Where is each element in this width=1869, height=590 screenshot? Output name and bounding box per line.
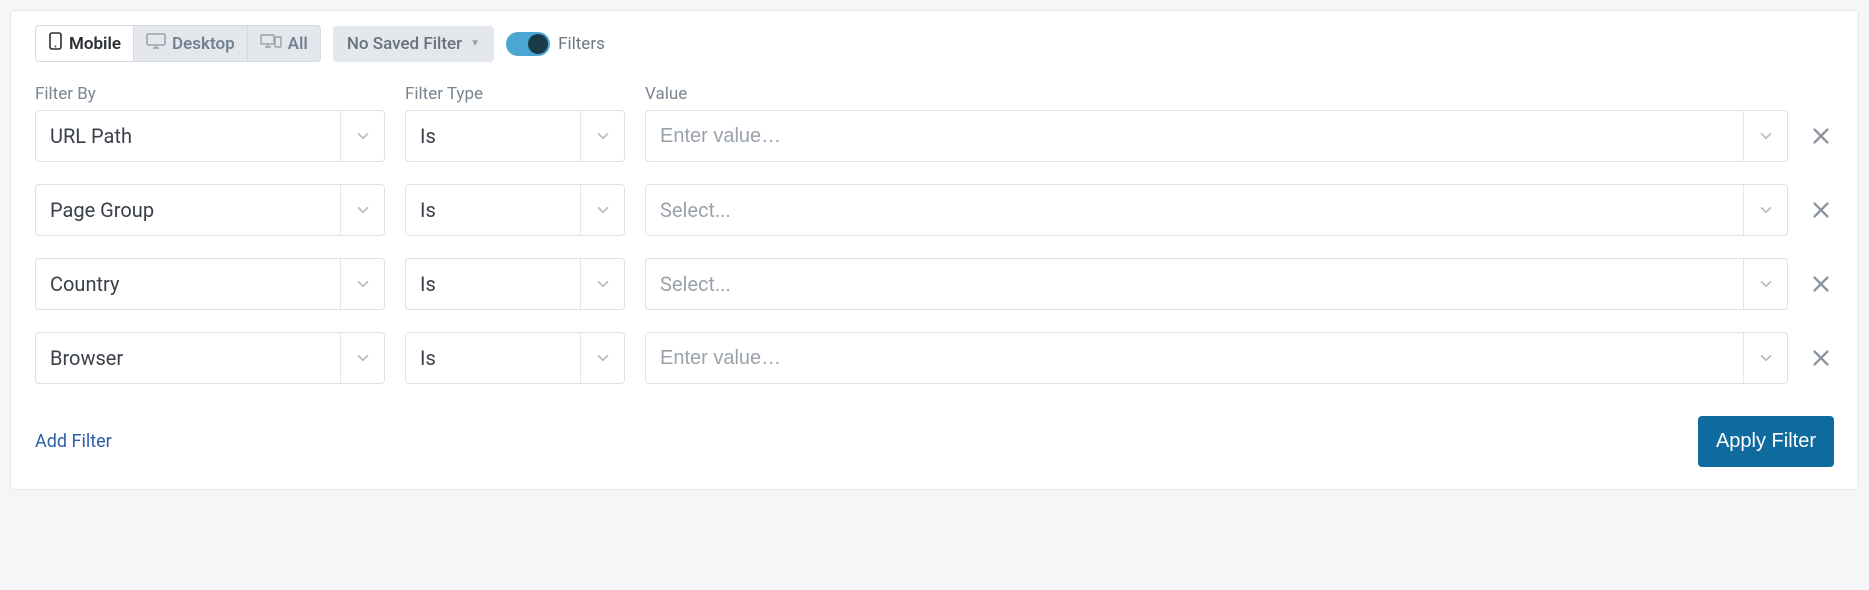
mobile-icon xyxy=(48,32,63,55)
top-bar: Mobile Desktop All No Saved Filter xyxy=(35,25,1834,62)
chevron-down-icon xyxy=(580,333,624,383)
filter-type-select[interactable]: Is xyxy=(405,258,625,310)
chevron-down-icon xyxy=(1743,185,1787,235)
chevron-down-icon xyxy=(340,333,384,383)
filter-rows: URL Path Is Page Group Is Select... Country Is… xyxy=(35,110,1834,384)
chevron-down-icon xyxy=(1743,259,1787,309)
apply-filter-button[interactable]: Apply Filter xyxy=(1698,416,1834,467)
device-tab-desktop-label: Desktop xyxy=(172,34,235,54)
filters-toggle-label: Filters xyxy=(558,34,605,54)
chevron-down-icon xyxy=(340,259,384,309)
toggle-knob xyxy=(528,34,548,54)
filter-type-select[interactable]: Is xyxy=(405,110,625,162)
saved-filter-label: No Saved Filter xyxy=(347,34,462,54)
value-input[interactable] xyxy=(646,111,1743,161)
device-tab-all-label: All xyxy=(288,34,308,54)
device-tab-desktop[interactable]: Desktop xyxy=(134,26,248,61)
add-filter-link[interactable]: Add Filter xyxy=(35,431,112,452)
header-filter-type: Filter Type xyxy=(405,84,625,104)
saved-filter-dropdown[interactable]: No Saved Filter ▼ xyxy=(333,26,494,62)
filter-by-select[interactable]: Page Group xyxy=(35,184,385,236)
footer: Add Filter Apply Filter xyxy=(35,416,1834,467)
filter-type-select[interactable]: Is xyxy=(405,332,625,384)
dropdown-triangle-icon: ▼ xyxy=(470,38,480,49)
chevron-down-icon[interactable] xyxy=(1743,333,1787,383)
remove-filter-button[interactable] xyxy=(1808,345,1834,371)
device-tabs: Mobile Desktop All xyxy=(35,25,321,62)
column-headers: Filter By Filter Type Value xyxy=(35,84,1834,104)
filter-by-value: Country xyxy=(50,272,119,296)
value-select-placeholder: Select... xyxy=(660,272,731,296)
filter-row: URL Path Is xyxy=(35,110,1834,162)
value-select[interactable]: Select... xyxy=(645,184,1788,236)
filters-toggle[interactable] xyxy=(506,32,550,56)
filter-row: Browser Is xyxy=(35,332,1834,384)
value-input-wrap xyxy=(645,332,1788,384)
device-tab-mobile-label: Mobile xyxy=(69,34,121,54)
filter-type-select[interactable]: Is xyxy=(405,184,625,236)
filters-toggle-group: Filters xyxy=(506,32,605,56)
filter-type-value: Is xyxy=(420,272,436,296)
filter-row: Country Is Select... xyxy=(35,258,1834,310)
filter-panel: Mobile Desktop All No Saved Filter xyxy=(10,10,1859,490)
filter-by-value: Browser xyxy=(50,346,123,370)
filter-by-select[interactable]: Country xyxy=(35,258,385,310)
filter-by-select[interactable]: Browser xyxy=(35,332,385,384)
device-tab-all[interactable]: All xyxy=(248,26,320,61)
filter-by-value: URL Path xyxy=(50,124,132,148)
value-input[interactable] xyxy=(646,333,1743,383)
devices-icon xyxy=(260,33,282,54)
filter-type-value: Is xyxy=(420,124,436,148)
value-input-wrap xyxy=(645,110,1788,162)
chevron-down-icon xyxy=(340,185,384,235)
chevron-down-icon xyxy=(580,185,624,235)
chevron-down-icon xyxy=(340,111,384,161)
header-value: Value xyxy=(645,84,1834,104)
value-select-placeholder: Select... xyxy=(660,198,731,222)
filter-by-select[interactable]: URL Path xyxy=(35,110,385,162)
remove-filter-button[interactable] xyxy=(1808,197,1834,223)
filter-by-value: Page Group xyxy=(50,198,154,222)
remove-filter-button[interactable] xyxy=(1808,271,1834,297)
filter-type-value: Is xyxy=(420,346,436,370)
chevron-down-icon xyxy=(580,111,624,161)
value-select[interactable]: Select... xyxy=(645,258,1788,310)
desktop-icon xyxy=(146,33,166,54)
filter-row: Page Group Is Select... xyxy=(35,184,1834,236)
chevron-down-icon[interactable] xyxy=(1743,111,1787,161)
device-tab-mobile[interactable]: Mobile xyxy=(36,26,134,61)
filter-type-value: Is xyxy=(420,198,436,222)
chevron-down-icon xyxy=(580,259,624,309)
header-filter-by: Filter By xyxy=(35,84,385,104)
remove-filter-button[interactable] xyxy=(1808,123,1834,149)
